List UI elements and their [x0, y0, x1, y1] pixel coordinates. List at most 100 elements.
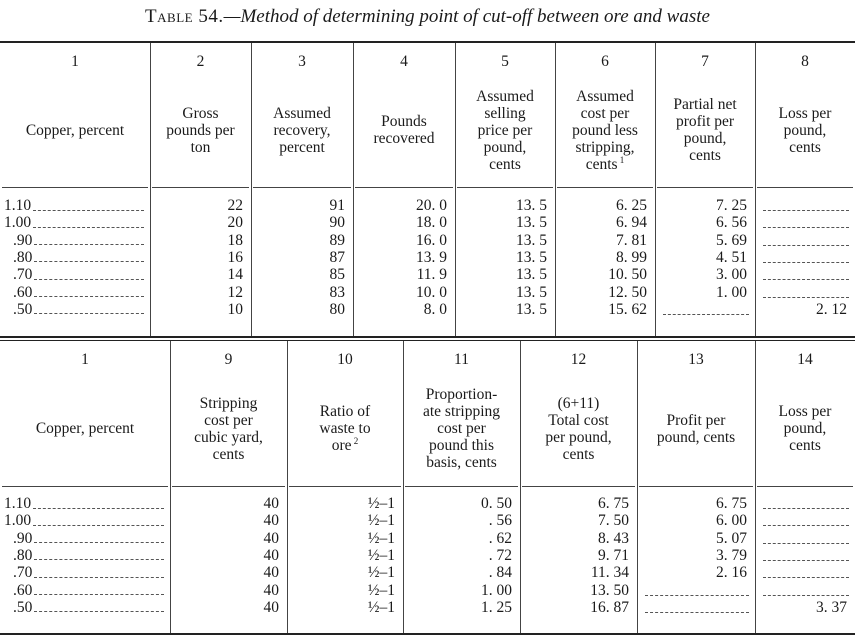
leader-dots — [33, 226, 144, 228]
column-4: 4 Pounds recovered 20. 0 18. 0 16. 0 13. 9 11. … — [353, 43, 455, 336]
table-number: Table 54. — [145, 6, 224, 27]
table-cell: 40 — [263, 495, 280, 512]
column-number: 1 — [71, 53, 79, 70]
column-number: 5 — [501, 53, 509, 70]
leader-dots — [34, 576, 164, 578]
column-number: 9 — [224, 351, 233, 368]
copper-percent-cell: 1.10 — [4, 496, 164, 512]
table-cell: 16. 87 — [590, 598, 629, 616]
copper-percent-cell: .70 — [4, 267, 144, 283]
leader-dots — [34, 244, 144, 246]
header-underline — [253, 187, 351, 188]
empty-cell-leader — [763, 577, 849, 579]
header-underline — [757, 486, 853, 487]
header-underline — [405, 486, 518, 487]
empty-cell-leader — [763, 525, 849, 527]
table-cell: 5. 07 — [716, 529, 747, 547]
column-header: Pounds recovered — [373, 113, 435, 147]
table-cell: 90 — [329, 214, 346, 232]
header-underline — [657, 187, 753, 188]
table-cell: . 56 — [488, 512, 512, 530]
separator-rule-1 — [0, 336, 855, 338]
header-underline — [172, 486, 285, 487]
table-cell: ½–1 — [367, 598, 395, 616]
header-underline — [557, 187, 653, 188]
table-cell: . 84 — [488, 564, 512, 582]
column-header: Ratio of waste to ore 2 — [319, 403, 371, 454]
column-8: 8 Loss per pound, cents 2. 12 — [755, 43, 855, 336]
copper-percent-cell: 1.00 — [4, 215, 144, 231]
empty-cell-leader — [645, 611, 749, 613]
table-bottom: 1 Copper, percent 1.10 1.00 .90.80.70.60.50 9… — [0, 341, 855, 633]
empty-cell-leader — [663, 313, 749, 315]
copper-percent-cell: .70 — [4, 565, 164, 581]
leader-dots — [34, 261, 144, 263]
copper-percent-cell: .50 — [4, 600, 164, 616]
column-header: Loss per pound, cents — [778, 403, 832, 454]
leader-dots — [33, 507, 164, 509]
table-cell: 1. 25 — [481, 598, 512, 616]
empty-cell-leader — [763, 244, 849, 246]
column-divider — [555, 43, 556, 336]
column-number: 1 — [81, 351, 89, 368]
table-cell: 3. 37 — [816, 598, 847, 616]
column-divider — [170, 341, 171, 633]
copper-percent-cell: 1.10 — [4, 198, 144, 214]
column-number: 10 — [337, 351, 353, 368]
table-cell: 18 — [227, 231, 244, 249]
table-cell: 10. 0 — [416, 283, 447, 301]
table-cell: 89 — [329, 231, 346, 249]
table-cell: 13. 5 — [516, 283, 547, 301]
table-cell: 4. 51 — [716, 248, 747, 266]
table-cell: 85 — [329, 266, 346, 284]
header-underline — [355, 187, 453, 188]
table-cell: 20. 0 — [416, 197, 447, 214]
column-header: Profit per pound, cents — [656, 411, 736, 446]
column-1: 1 Copper, percent 1.10 1.00 .90.80.70.60.50 — [0, 43, 150, 336]
column-6: 6 Assumed cost per pound less stripping, cent… — [555, 43, 655, 336]
column-9: 9 Stripping cost per cubic yard, cents 40 40 40… — [170, 341, 287, 633]
column-divider — [353, 43, 354, 336]
copper-percent-cell: 1.00 — [4, 513, 164, 529]
empty-cell-leader — [763, 508, 849, 509]
column-divider — [455, 43, 456, 336]
column-number: 13 — [688, 351, 704, 368]
empty-cell-leader — [763, 559, 849, 561]
leader-dots — [33, 209, 144, 211]
empty-cell-leader — [763, 296, 849, 298]
copper-percent-cell: .90 — [4, 531, 164, 547]
empty-cell-leader — [763, 227, 849, 229]
empty-cell-leader — [763, 542, 849, 544]
column-header: Copper, percent — [35, 420, 135, 437]
column-divider — [403, 341, 404, 633]
table-cell: 13. 5 — [516, 266, 547, 284]
table-cell: 20 — [227, 214, 244, 232]
table-cell: 7. 25 — [716, 197, 747, 214]
table-cell: 22 — [227, 197, 244, 214]
table-cell: 12. 50 — [608, 283, 647, 301]
table-cell: 7. 50 — [598, 512, 629, 530]
column-header: Gross pounds per ton — [166, 104, 235, 156]
leader-dots — [34, 559, 164, 561]
table-cell: 12 — [227, 283, 244, 301]
table-cell: 6. 00 — [716, 512, 747, 530]
column-divider — [251, 43, 252, 336]
table-cell: 16. 0 — [416, 231, 447, 249]
empty-cell-leader — [763, 594, 849, 596]
table-cell: 18. 0 — [416, 214, 447, 232]
table-cell: 80 — [329, 300, 346, 318]
table-cell: . 62 — [488, 529, 512, 547]
column-header: Partial net profit per pound, cents — [673, 96, 737, 164]
header-underline — [2, 187, 148, 188]
table-cell: 6. 75 — [716, 495, 747, 512]
empty-cell-leader — [645, 594, 749, 596]
table-cell: 11. 9 — [416, 266, 447, 284]
column-divider — [520, 341, 521, 633]
table-cell: 10. 50 — [608, 266, 647, 284]
table-cell: 15. 62 — [608, 300, 647, 318]
column-10: 10 Ratio of waste to ore 2 ½–1 ½–1 ½–1 ½–1 ½–1 ½–… — [287, 341, 403, 633]
leader-dots — [34, 278, 144, 280]
table-cell: 40 — [263, 581, 280, 599]
table-cell: 13. 5 — [516, 248, 547, 266]
header-underline — [639, 486, 753, 487]
